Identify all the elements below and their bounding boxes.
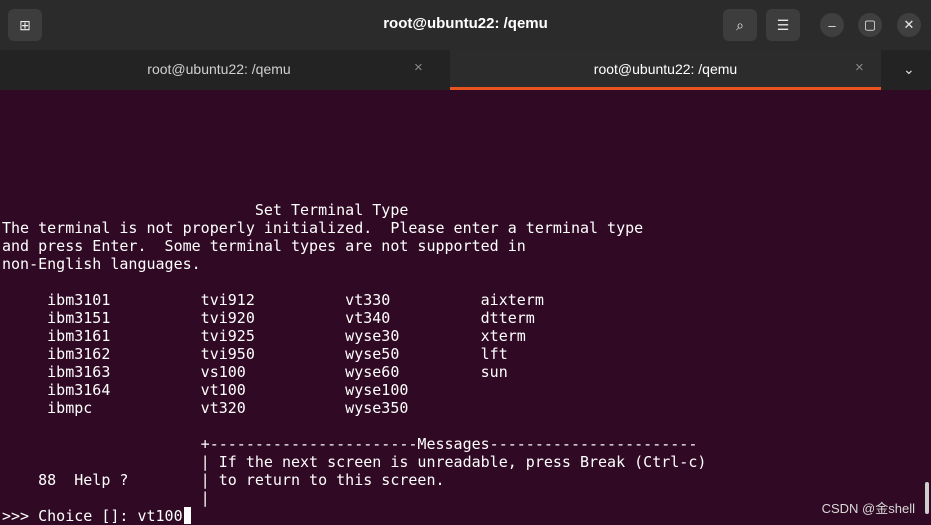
terminal-line: ibm3161 tvi925 wyse30 xterm [2,327,526,345]
tab-1[interactable]: root@ubuntu22: /qemu × [0,50,438,90]
tab-close-icon[interactable]: × [414,59,423,76]
terminal-line: non-English languages. [2,255,201,273]
terminal-line: | If the next screen is unreadable, pres… [2,453,707,471]
terminal-line: ibm3164 vt100 wyse100 [2,381,409,399]
tab-label: root@ubuntu22: /qemu [593,61,738,77]
terminal-line: The terminal is not properly initialized… [2,219,644,237]
terminal-line: 88 Help ? | to return to this screen. [2,471,445,489]
terminal-line: ibm3162 tvi950 wyse50 lft [2,345,508,363]
terminal-line: | [2,489,210,507]
terminal-scrollbar[interactable] [925,482,929,514]
terminal-line: and press Enter. Some terminal types are… [2,237,526,255]
terminal-prompt-line[interactable]: >>> Choice []: vt100 [2,507,191,525]
tab-close-icon[interactable]: × [855,59,864,76]
watermark: CSDN @金shell [821,501,915,516]
minimize-button[interactable]: – [820,13,844,37]
tab-label: root@ubuntu22: /qemu [147,61,291,77]
title-bar: ⊞ root@ubuntu22: /qemu ⌕ ☰ – ▢ ✕ [0,0,931,50]
close-window-button[interactable]: ✕ [897,13,921,37]
tab-2-active[interactable]: root@ubuntu22: /qemu × [450,50,881,90]
tab-menu-chevron-icon[interactable]: ⌄ [903,61,915,78]
search-button[interactable]: ⌕ [723,9,757,41]
terminal-line: +-----------------------Messages--------… [2,435,698,453]
terminal-prompt: >>> Choice []: vt100 [2,507,183,525]
minimize-icon: – [828,17,836,33]
terminal-line: ibm3163 vs100 wyse60 sun [2,363,508,381]
terminal-line: Set Terminal Type [2,201,409,219]
close-icon: ✕ [903,17,915,32]
maximize-icon: ▢ [863,17,877,32]
search-icon: ⌕ [736,16,744,33]
terminal-line: ibm3101 tvi912 vt330 aixterm [2,291,544,309]
tab-bar: root@ubuntu22: /qemu × root@ubuntu22: /q… [0,50,931,90]
maximize-button[interactable]: ▢ [858,13,882,37]
menu-button[interactable]: ☰ [766,9,800,41]
terminal-area[interactable]: Set Terminal Type The terminal is not pr… [0,90,931,525]
terminal-line: ibmpc vt320 wyse350 [2,399,409,417]
text-cursor [183,507,191,524]
hamburger-menu-icon: ☰ [776,16,790,33]
terminal-line: ibm3151 tvi920 vt340 dtterm [2,309,535,327]
